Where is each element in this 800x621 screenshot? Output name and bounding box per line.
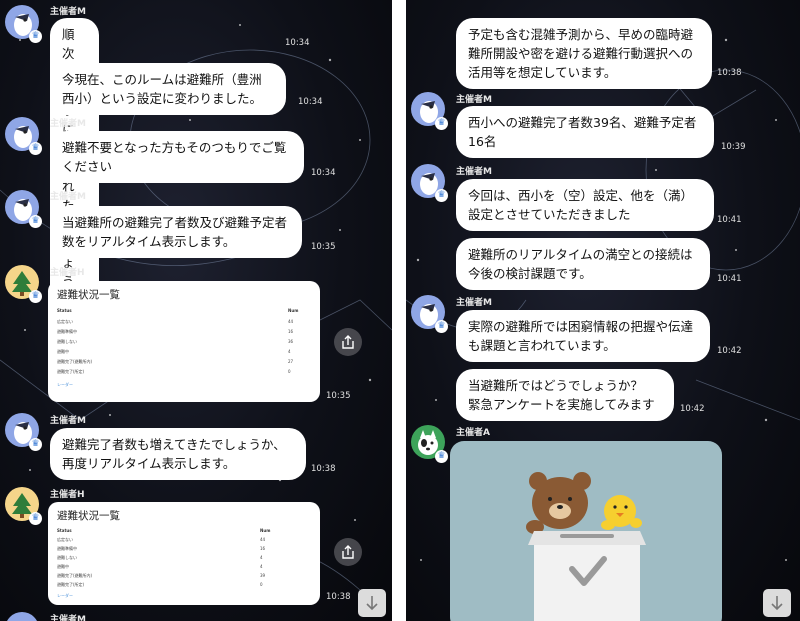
message-time: 10:41	[717, 215, 742, 225]
share-icon	[342, 545, 354, 559]
sticker-message[interactable]	[450, 441, 722, 621]
share-button[interactable]	[334, 538, 362, 566]
table-row-num: 4	[260, 555, 263, 560]
table-row-num: 0	[260, 582, 263, 587]
table-row-label: 避難準備中	[57, 329, 77, 334]
chat-panel-right[interactable]: 予定も含む混雑予測から、早めの臨時避難所開設や密を避ける避難行動選択への活用等を…	[406, 0, 800, 621]
message-bubble[interactable]: 西小への避難完了者数39名、避難予定者16名	[456, 106, 714, 158]
table-row-label: 広定ない	[57, 319, 73, 324]
arrow-down-icon	[771, 596, 783, 611]
table-row-num: 44	[288, 319, 294, 324]
crown-icon: ♛	[435, 189, 448, 202]
message-bubble[interactable]: 今回は、西小を（空）設定、他を（満）設定とさせていただきました	[456, 179, 714, 231]
crown-icon: ♛	[29, 438, 42, 451]
crown-icon: ♛	[29, 30, 42, 43]
message-time: 10:34	[285, 38, 310, 48]
message-bubble[interactable]: 予定も含む混雑予測から、早めの臨時避難所開設や密を避ける避難行動選択への活用等を…	[456, 18, 712, 89]
ballot-box-sticker	[526, 472, 646, 621]
message-bubble[interactable]: 避難所のリアルタイムの満空との接続は今後の検討課題です。	[456, 238, 710, 290]
scroll-down-button[interactable]	[358, 589, 386, 617]
crown-icon: ♛	[29, 215, 42, 228]
message-time: 10:39	[721, 142, 746, 152]
table-row-label: 避難完了(所定)	[57, 369, 85, 374]
message-time: 10:38	[717, 68, 742, 78]
table-row-label: 広定ない	[57, 537, 73, 542]
sender-name: 主催者A	[456, 428, 490, 438]
sender-name: 主催者M	[456, 95, 492, 105]
table-row-num: 36	[288, 339, 294, 344]
table-row-num: 4	[288, 349, 291, 354]
sender-name: 主催者M	[50, 192, 86, 202]
card-title: 避難状況一覧	[57, 510, 120, 522]
message-time: 10:34	[298, 97, 323, 107]
message-time: 10:42	[717, 346, 742, 356]
sender-name: 主催者H	[50, 268, 85, 278]
scroll-down-button[interactable]	[763, 589, 791, 617]
table-row-num: 44	[260, 537, 266, 542]
table-row-num: 0	[288, 369, 291, 374]
sender-name: 主催者H	[50, 490, 85, 500]
column-header-num: Num	[260, 528, 271, 533]
table-row-label: 避難中	[57, 349, 69, 354]
column-header-status: Status	[57, 528, 72, 533]
chat-panel-left[interactable]: ♛ 主催者M 順次お戻りになられたでしょうか。 10:34 今現在、このルームは…	[0, 0, 392, 621]
table-row-num: 16	[260, 546, 266, 551]
share-icon	[342, 335, 354, 349]
card-link[interactable]: レーダー	[57, 593, 73, 599]
arrow-down-icon	[366, 596, 378, 611]
table-row-label: 避難準備中	[57, 546, 77, 551]
status-card[interactable]: 避難状況一覧 Status Num 広定ない 44 避難準備中 16 避難しない…	[48, 502, 320, 605]
table-row-label: 避難完了(避難所内)	[57, 573, 93, 578]
crown-icon: ♛	[29, 142, 42, 155]
crown-icon: ♛	[435, 450, 448, 463]
sender-name: 主催者M	[456, 167, 492, 177]
sender-name: 主催者M	[50, 615, 86, 621]
table-row-label: 避難中	[57, 564, 69, 569]
message-time: 10:35	[311, 242, 336, 252]
message-time: 10:42	[680, 404, 705, 414]
message-time: 10:35	[326, 391, 351, 401]
table-row-label: 避難完了(避難所内)	[57, 359, 93, 364]
card-title: 避難状況一覧	[57, 289, 120, 301]
table-row-label: 避難完了(所定)	[57, 582, 85, 587]
sender-name: 主催者M	[456, 298, 492, 308]
message-bubble[interactable]: 当避難所の避難完了者数及び避難予定者数をリアルタイム表示します。	[50, 206, 302, 258]
message-bubble[interactable]: 今現在、このルームは避難所（豊洲西小）という設定に変わりました。	[50, 63, 286, 115]
column-header-num: Num	[288, 308, 299, 313]
message-time: 10:41	[717, 274, 742, 284]
table-row-num: 39	[260, 573, 266, 578]
sender-name: 主催者M	[50, 119, 86, 129]
message-time: 10:38	[311, 464, 336, 474]
crown-icon: ♛	[29, 290, 42, 303]
table-row-label: 避難しない	[57, 555, 77, 560]
message-time: 10:34	[311, 168, 336, 178]
message-bubble[interactable]: 避難完了者数も増えてきたでしょうか、再度リアルタイム表示します。	[50, 428, 306, 480]
column-header-status: Status	[57, 308, 72, 313]
table-row-num: 4	[260, 564, 263, 569]
table-row-num: 16	[288, 329, 294, 334]
crown-icon: ♛	[435, 117, 448, 130]
sender-name: 主催者M	[50, 7, 86, 17]
message-bubble[interactable]: 当避難所ではどうでしょうか？ 緊急アンケートを実施してみます	[456, 369, 674, 421]
status-card[interactable]: 避難状況一覧 Status Num 広定ない 44 避難準備中 16 避難しない…	[48, 281, 320, 402]
sender-name: 主催者M	[50, 416, 86, 426]
table-row-num: 27	[288, 359, 294, 364]
message-time: 10:38	[326, 592, 351, 602]
share-button[interactable]	[334, 328, 362, 356]
message-bubble[interactable]: 実際の避難所では困窮情報の把握や伝達も課題と言われています。	[456, 310, 710, 362]
card-link[interactable]: レーダー	[57, 382, 73, 388]
crown-icon: ♛	[435, 320, 448, 333]
message-bubble[interactable]: 避難不要となった方もそのつもりでご覧ください	[50, 131, 304, 183]
table-row-label: 避難しない	[57, 339, 77, 344]
crown-icon: ♛	[29, 512, 42, 525]
